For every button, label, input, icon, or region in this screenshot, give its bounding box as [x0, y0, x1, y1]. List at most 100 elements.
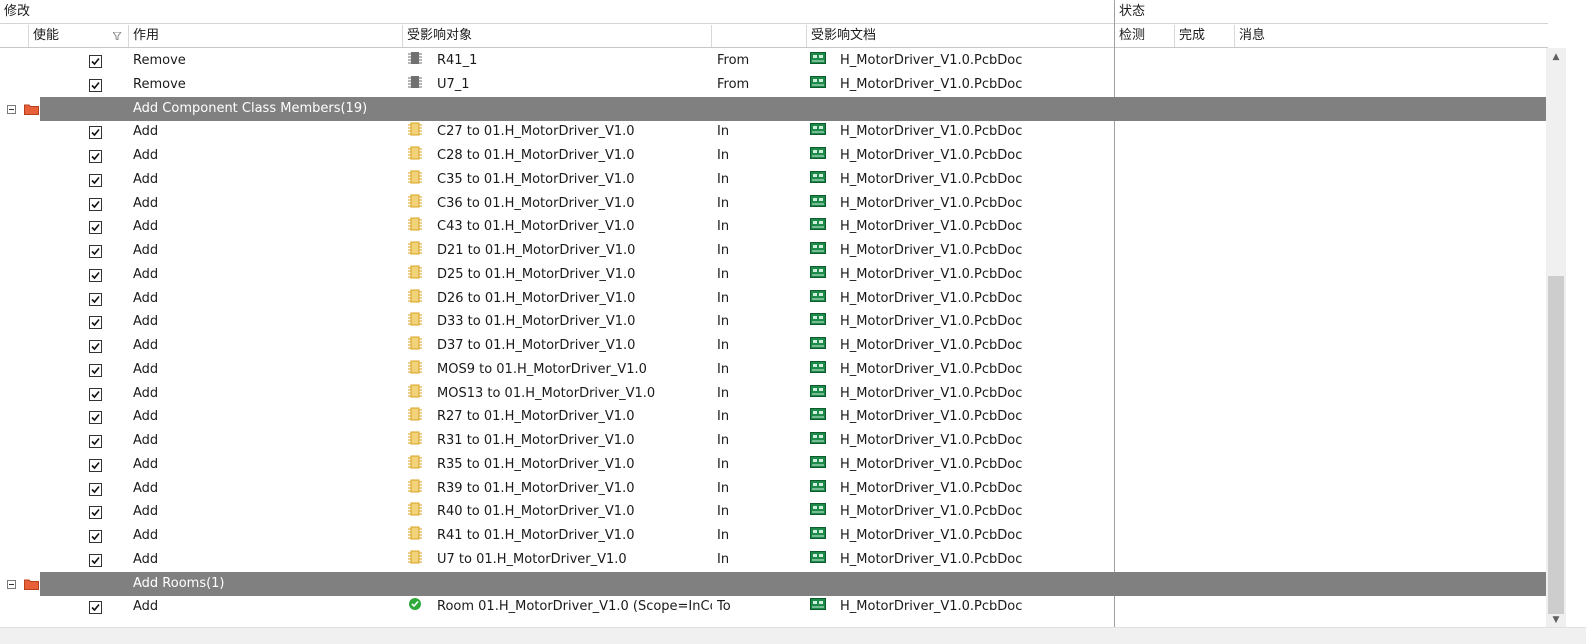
- collapse-toggle-icon[interactable]: [7, 580, 16, 589]
- pcb-doc-icon: [810, 75, 826, 89]
- vertical-scroll-thumb[interactable]: [1548, 276, 1564, 614]
- table-row[interactable]: Add R27 to 01.H_MotorDriver_V1.0 In H_Motor…: [0, 405, 1114, 429]
- column-divider: [1234, 25, 1235, 47]
- enable-column-header[interactable]: 使能: [29, 24, 129, 48]
- direction-column-header[interactable]: [712, 24, 807, 48]
- enable-checkbox[interactable]: [89, 55, 102, 68]
- enable-checkbox[interactable]: [89, 221, 102, 234]
- enable-checkbox[interactable]: [89, 245, 102, 258]
- table-row[interactable]: Add C36 to 01.H_MotorDriver_V1.0 In H_Motor…: [0, 192, 1114, 216]
- direction-cell: In: [717, 504, 730, 519]
- class-member-icon: [408, 122, 422, 136]
- affected-doc-cell: H_MotorDriver_V1.0.PcbDoc: [840, 291, 1023, 306]
- action-cell: Add: [133, 362, 159, 377]
- action-column-header[interactable]: 作用: [129, 24, 403, 48]
- panel-splitter[interactable]: [1114, 0, 1115, 627]
- component-icon: [408, 75, 422, 89]
- table-row[interactable]: Remove R41_1 From H_MotorDriver_V1.0.PcbDoc: [0, 49, 1114, 73]
- enable-checkbox[interactable]: [89, 364, 102, 377]
- modify-section-label: 修改: [4, 4, 31, 19]
- expand-column-header[interactable]: [0, 24, 29, 48]
- group-header-rooms[interactable]: Add Rooms(1): [40, 572, 1546, 596]
- check-column-label: 检测: [1119, 28, 1146, 43]
- pcb-doc-icon: [810, 479, 826, 493]
- table-row[interactable]: Add D21 to 01.H_MotorDriver_V1.0 In H_Motor…: [0, 239, 1114, 263]
- enable-checkbox[interactable]: [89, 411, 102, 424]
- enable-checkbox[interactable]: [89, 459, 102, 472]
- check-column-header[interactable]: 检测: [1115, 24, 1175, 48]
- action-cell: Add: [133, 196, 159, 211]
- affected-doc-cell: H_MotorDriver_V1.0.PcbDoc: [840, 599, 1023, 614]
- table-row[interactable]: Add R35 to 01.H_MotorDriver_V1.0 In H_Motor…: [0, 453, 1114, 477]
- action-cell: Add: [133, 243, 159, 258]
- message-column-label: 消息: [1239, 28, 1266, 43]
- table-row[interactable]: Add MOS13 to 01.H_MotorDriver_V1.0 In H_Mot…: [0, 382, 1114, 406]
- enable-checkbox[interactable]: [89, 601, 102, 614]
- direction-cell: In: [717, 552, 730, 567]
- enable-checkbox[interactable]: [89, 506, 102, 519]
- done-column-header[interactable]: 完成: [1175, 24, 1235, 48]
- enable-checkbox[interactable]: [89, 150, 102, 163]
- table-row[interactable]: Add R39 to 01.H_MotorDriver_V1.0 In H_Motor…: [0, 477, 1114, 501]
- message-column-header[interactable]: 消息: [1235, 24, 1548, 48]
- table-row[interactable]: Add Room 01.H_MotorDriver_V1.0 (Scope=InC…: [0, 595, 1114, 619]
- filter-icon[interactable]: [113, 32, 122, 40]
- affected-object-cell: D21 to 01.H_MotorDriver_V1.0: [437, 243, 636, 258]
- horizontal-scrollbar[interactable]: [0, 627, 1586, 644]
- column-divider: [1174, 25, 1175, 47]
- enable-checkbox[interactable]: [89, 79, 102, 92]
- enable-checkbox[interactable]: [89, 435, 102, 448]
- table-row[interactable]: Add R31 to 01.H_MotorDriver_V1.0 In H_Motor…: [0, 429, 1114, 453]
- table-row[interactable]: Add C35 to 01.H_MotorDriver_V1.0 In H_Motor…: [0, 168, 1114, 192]
- collapse-toggle-icon[interactable]: [7, 105, 16, 114]
- affected-doc-column-header[interactable]: 受影响文档: [807, 24, 1114, 48]
- enable-checkbox[interactable]: [89, 388, 102, 401]
- table-row[interactable]: Add C27 to 01.H_MotorDriver_V1.0 In H_Motor…: [0, 120, 1114, 144]
- class-member-icon: [408, 384, 422, 398]
- affected-object-cell: R41_1: [437, 53, 478, 68]
- enable-checkbox[interactable]: [89, 126, 102, 139]
- affected-object-column-header[interactable]: 受影响对象: [403, 24, 712, 48]
- class-member-icon: [408, 217, 422, 231]
- enable-checkbox[interactable]: [89, 483, 102, 496]
- column-divider: [806, 25, 807, 47]
- table-row[interactable]: Add D37 to 01.H_MotorDriver_V1.0 In H_Motor…: [0, 334, 1114, 358]
- status-section-label: 状态: [1119, 4, 1146, 19]
- class-member-icon: [408, 289, 422, 303]
- direction-cell: In: [717, 148, 730, 163]
- affected-object-cell: D33 to 01.H_MotorDriver_V1.0: [437, 314, 636, 329]
- class-member-icon: [408, 194, 422, 208]
- enable-checkbox[interactable]: [89, 269, 102, 282]
- action-cell: Add: [133, 124, 159, 139]
- column-divider: [28, 25, 29, 47]
- direction-cell: In: [717, 172, 730, 187]
- enable-checkbox[interactable]: [89, 174, 102, 187]
- table-row[interactable]: Add C28 to 01.H_MotorDriver_V1.0 In H_Motor…: [0, 144, 1114, 168]
- pcb-doc-icon: [810, 146, 826, 160]
- enable-checkbox[interactable]: [89, 340, 102, 353]
- enable-checkbox[interactable]: [89, 293, 102, 306]
- table-row[interactable]: Add MOS9 to 01.H_MotorDriver_V1.0 In H_Moto…: [0, 358, 1114, 382]
- table-row[interactable]: Remove U7_1 From H_MotorDriver_V1.0.PcbDoc: [0, 73, 1114, 97]
- affected-doc-cell: H_MotorDriver_V1.0.PcbDoc: [840, 386, 1023, 401]
- enable-checkbox[interactable]: [89, 530, 102, 543]
- table-row[interactable]: Add R41 to 01.H_MotorDriver_V1.0 In H_Motor…: [0, 524, 1114, 548]
- enable-checkbox[interactable]: [89, 198, 102, 211]
- table-row[interactable]: Add D26 to 01.H_MotorDriver_V1.0 In H_Motor…: [0, 287, 1114, 311]
- pcb-doc-icon: [810, 550, 826, 564]
- direction-cell: From: [717, 77, 750, 92]
- scroll-down-icon[interactable]: ▼: [1550, 615, 1562, 625]
- scroll-up-icon[interactable]: ▲: [1550, 52, 1562, 62]
- group-header-component-class[interactable]: Add Component Class Members(19): [40, 97, 1546, 121]
- affected-doc-cell: H_MotorDriver_V1.0.PcbDoc: [840, 362, 1023, 377]
- table-row[interactable]: Add C43 to 01.H_MotorDriver_V1.0 In H_Motor…: [0, 215, 1114, 239]
- enable-checkbox[interactable]: [89, 554, 102, 567]
- affected-doc-cell: H_MotorDriver_V1.0.PcbDoc: [840, 504, 1023, 519]
- table-row[interactable]: Add U7 to 01.H_MotorDriver_V1.0 In H_MotorD…: [0, 548, 1114, 572]
- table-row[interactable]: Add D33 to 01.H_MotorDriver_V1.0 In H_Motor…: [0, 310, 1114, 334]
- action-cell: Add: [133, 314, 159, 329]
- enable-checkbox[interactable]: [89, 316, 102, 329]
- pcb-doc-icon: [810, 289, 826, 303]
- table-row[interactable]: Add D25 to 01.H_MotorDriver_V1.0 In H_Motor…: [0, 263, 1114, 287]
- table-row[interactable]: Add R40 to 01.H_MotorDriver_V1.0 In H_Motor…: [0, 500, 1114, 524]
